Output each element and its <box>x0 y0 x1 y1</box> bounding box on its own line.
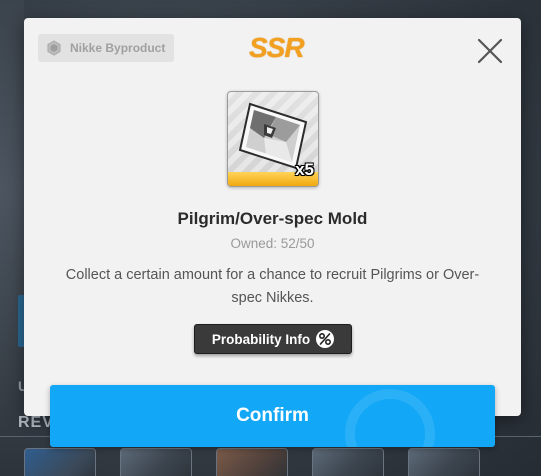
probability-info-label: Probability Info <box>211 331 311 347</box>
background-thumbnail <box>312 448 384 476</box>
owned-count: Owned: 52/50 <box>230 236 315 251</box>
item-name: Pilgrim/Over-spec Mold <box>177 209 368 228</box>
confirm-button[interactable]: Confirm <box>50 385 495 447</box>
background-thumbnail <box>24 448 96 476</box>
item-info-dialog: Nikke Byproduct SSR x5 Pilgrim/Over-spec… <box>24 18 521 416</box>
background-panel <box>0 0 24 476</box>
hexagon-icon <box>47 40 61 56</box>
probability-info-button[interactable]: Probability Info <box>194 324 352 354</box>
close-icon <box>477 38 503 64</box>
category-badge: Nikke Byproduct <box>38 34 174 62</box>
background-thumbnail <box>408 448 480 476</box>
background-thumbnail-row <box>24 448 480 476</box>
item-description: Collect a certain amount for a chance to… <box>65 267 480 306</box>
item-quantity: x5 <box>295 160 314 179</box>
confirm-label: Confirm <box>236 405 309 426</box>
item-icon-tile: x5 <box>227 91 319 187</box>
button-decoration <box>345 389 435 447</box>
close-button[interactable] <box>475 36 505 66</box>
background-thumbnail <box>120 448 192 476</box>
background-thumbnail <box>216 448 288 476</box>
percent-icon <box>316 330 335 348</box>
rarity-label: SSR <box>249 32 305 63</box>
category-label: Nikke Byproduct <box>70 41 166 55</box>
background-section-label: REV <box>18 414 54 431</box>
